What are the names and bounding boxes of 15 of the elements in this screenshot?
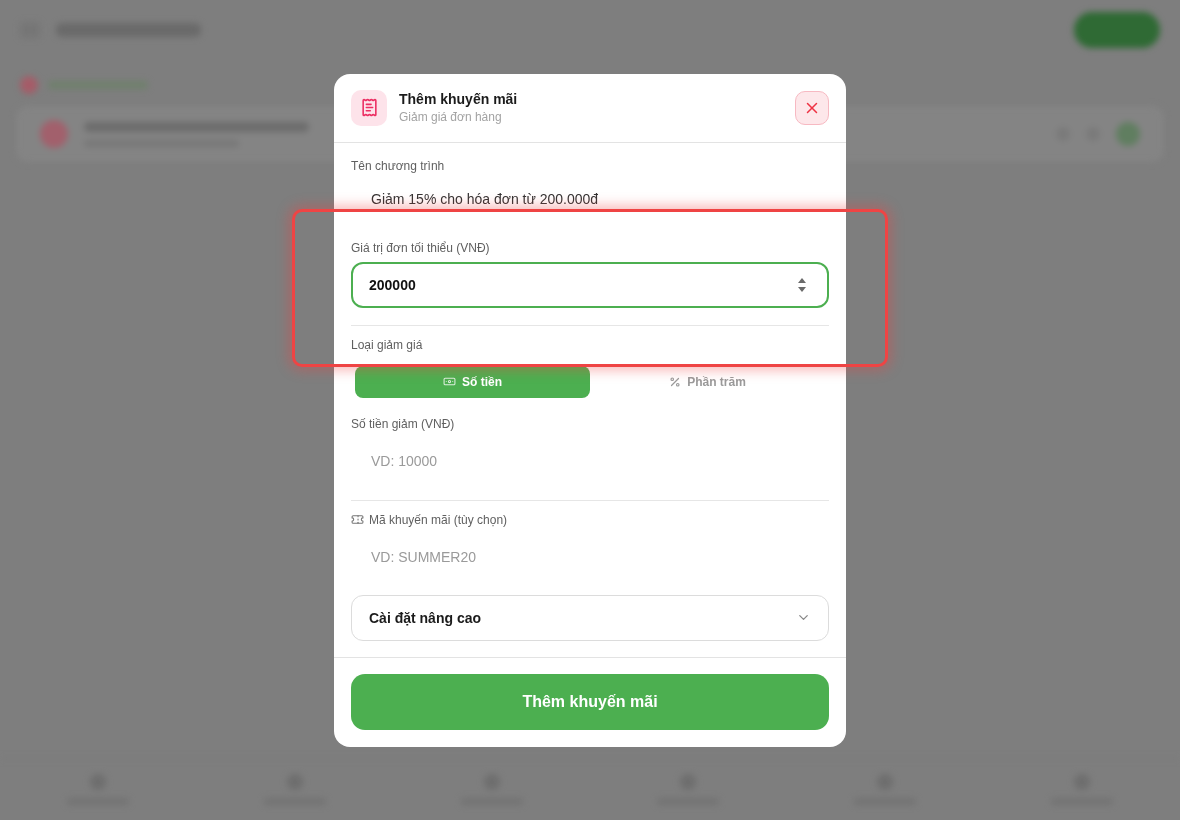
ticket-icon — [351, 513, 364, 526]
percent-icon — [669, 375, 682, 388]
advanced-settings-toggle[interactable]: Cài đặt nâng cao — [351, 594, 829, 641]
banknote-icon — [443, 375, 456, 388]
spinner-icon[interactable] — [797, 276, 807, 293]
dialog-subtitle: Giảm giá đơn hàng — [399, 110, 502, 124]
field-label: Tên chương trình — [351, 158, 445, 173]
field-label: Mã khuyến mãi (tùy chọn) — [369, 512, 508, 527]
number-input-field[interactable]: 200000 — [351, 261, 829, 308]
dialog-title: Thêm khuyến mãi — [399, 91, 518, 107]
field-label: Loại giảm giá — [351, 337, 423, 352]
close-button[interactable] — [795, 90, 829, 125]
receipt-icon — [351, 89, 387, 126]
field-label: Giá trị đơn tối thiểu (VNĐ) — [351, 240, 490, 255]
field-label: Số tiền giảm (VNĐ) — [351, 416, 455, 431]
